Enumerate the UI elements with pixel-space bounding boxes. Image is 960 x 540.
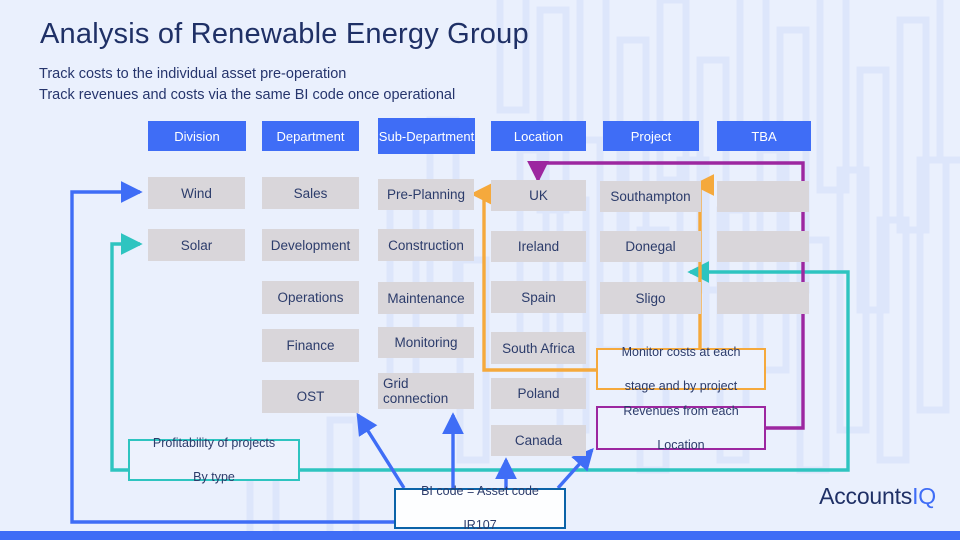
column-header-tba[interactable]: TBA xyxy=(717,121,811,151)
callout-revenues[interactable]: Revenues from each Location xyxy=(596,403,766,452)
callout-bi-code[interactable]: BI code = Asset code IR107 xyxy=(394,484,566,532)
callout-monitor-costs[interactable]: Monitor costs at each stage and by proje… xyxy=(596,345,766,393)
subtitle-line-2: Track revenues and costs via the same BI… xyxy=(39,87,456,103)
cell-location-south-africa[interactable]: South Africa xyxy=(491,332,586,364)
column-header-location[interactable]: Location xyxy=(491,121,586,151)
bottom-accent-bar xyxy=(0,531,960,540)
subtitle-line-1: Track costs to the individual asset pre-… xyxy=(39,66,347,82)
page-subtitle: Track costs to the individual asset pre-… xyxy=(39,64,455,106)
cell-location-spain[interactable]: Spain xyxy=(491,281,586,313)
page-title: Analysis of Renewable Energy Group xyxy=(40,18,529,50)
cell-subdepartment-pre-planning[interactable]: Pre-Planning xyxy=(378,179,474,210)
cell-subdepartment-maintenance[interactable]: Maintenance xyxy=(378,282,474,314)
cell-department-finance[interactable]: Finance xyxy=(262,329,359,362)
slide-canvas: Analysis of Renewable Energy Group Track… xyxy=(0,0,960,540)
cell-department-ost[interactable]: OST xyxy=(262,380,359,413)
cell-tba-3[interactable] xyxy=(717,282,809,314)
cell-location-poland[interactable]: Poland xyxy=(491,378,586,409)
cell-subdepartment-grid-connection[interactable]: Grid connection xyxy=(378,373,474,409)
cell-division-wind[interactable]: Wind xyxy=(148,177,245,209)
cell-division-solar[interactable]: Solar xyxy=(148,229,245,261)
column-header-division[interactable]: Division xyxy=(148,121,246,151)
callout-monitor-costs-line1: Monitor costs at each xyxy=(621,344,741,359)
callout-monitor-costs-line2: stage and by project xyxy=(624,378,738,393)
cell-project-donegal[interactable]: Donegal xyxy=(600,231,701,262)
cell-location-canada[interactable]: Canada xyxy=(491,425,586,456)
connector-profitability-to-solar xyxy=(110,233,143,472)
logo-text-accounts: Accounts xyxy=(819,483,913,509)
cell-tba-2[interactable] xyxy=(717,231,809,262)
column-header-department[interactable]: Department xyxy=(262,121,359,151)
cell-department-operations[interactable]: Operations xyxy=(262,281,359,314)
connector-bicode-to-ost xyxy=(356,412,406,489)
cell-subdepartment-construction[interactable]: Construction xyxy=(378,229,474,261)
cell-tba-1[interactable] xyxy=(717,181,809,212)
callout-bi-code-line1: BI code = Asset code xyxy=(421,484,539,498)
cell-location-ireland[interactable]: Ireland xyxy=(491,231,586,262)
callout-profitability-line1: Profitability of projects xyxy=(152,435,276,450)
logo-text-iq: IQ xyxy=(912,483,936,509)
cell-project-sligo[interactable]: Sligo xyxy=(600,282,701,314)
accountsiq-logo: AccountsIQ xyxy=(819,483,936,510)
callout-profitability-line2: By type xyxy=(193,469,235,484)
cell-location-uk[interactable]: UK xyxy=(491,180,586,211)
cell-department-development[interactable]: Development xyxy=(262,229,359,261)
cell-subdepartment-monitoring[interactable]: Monitoring xyxy=(378,327,474,358)
column-header-project[interactable]: Project xyxy=(603,121,699,151)
callout-revenues-line2: Location xyxy=(657,437,705,452)
cell-department-sales[interactable]: Sales xyxy=(262,177,359,209)
cell-project-southampton[interactable]: Southampton xyxy=(600,181,701,212)
callout-revenues-line1: Revenues from each xyxy=(623,403,739,418)
callout-profitability[interactable]: Profitability of projects By type xyxy=(128,436,300,484)
column-header-sub-department[interactable]: Sub-Department xyxy=(378,118,475,154)
